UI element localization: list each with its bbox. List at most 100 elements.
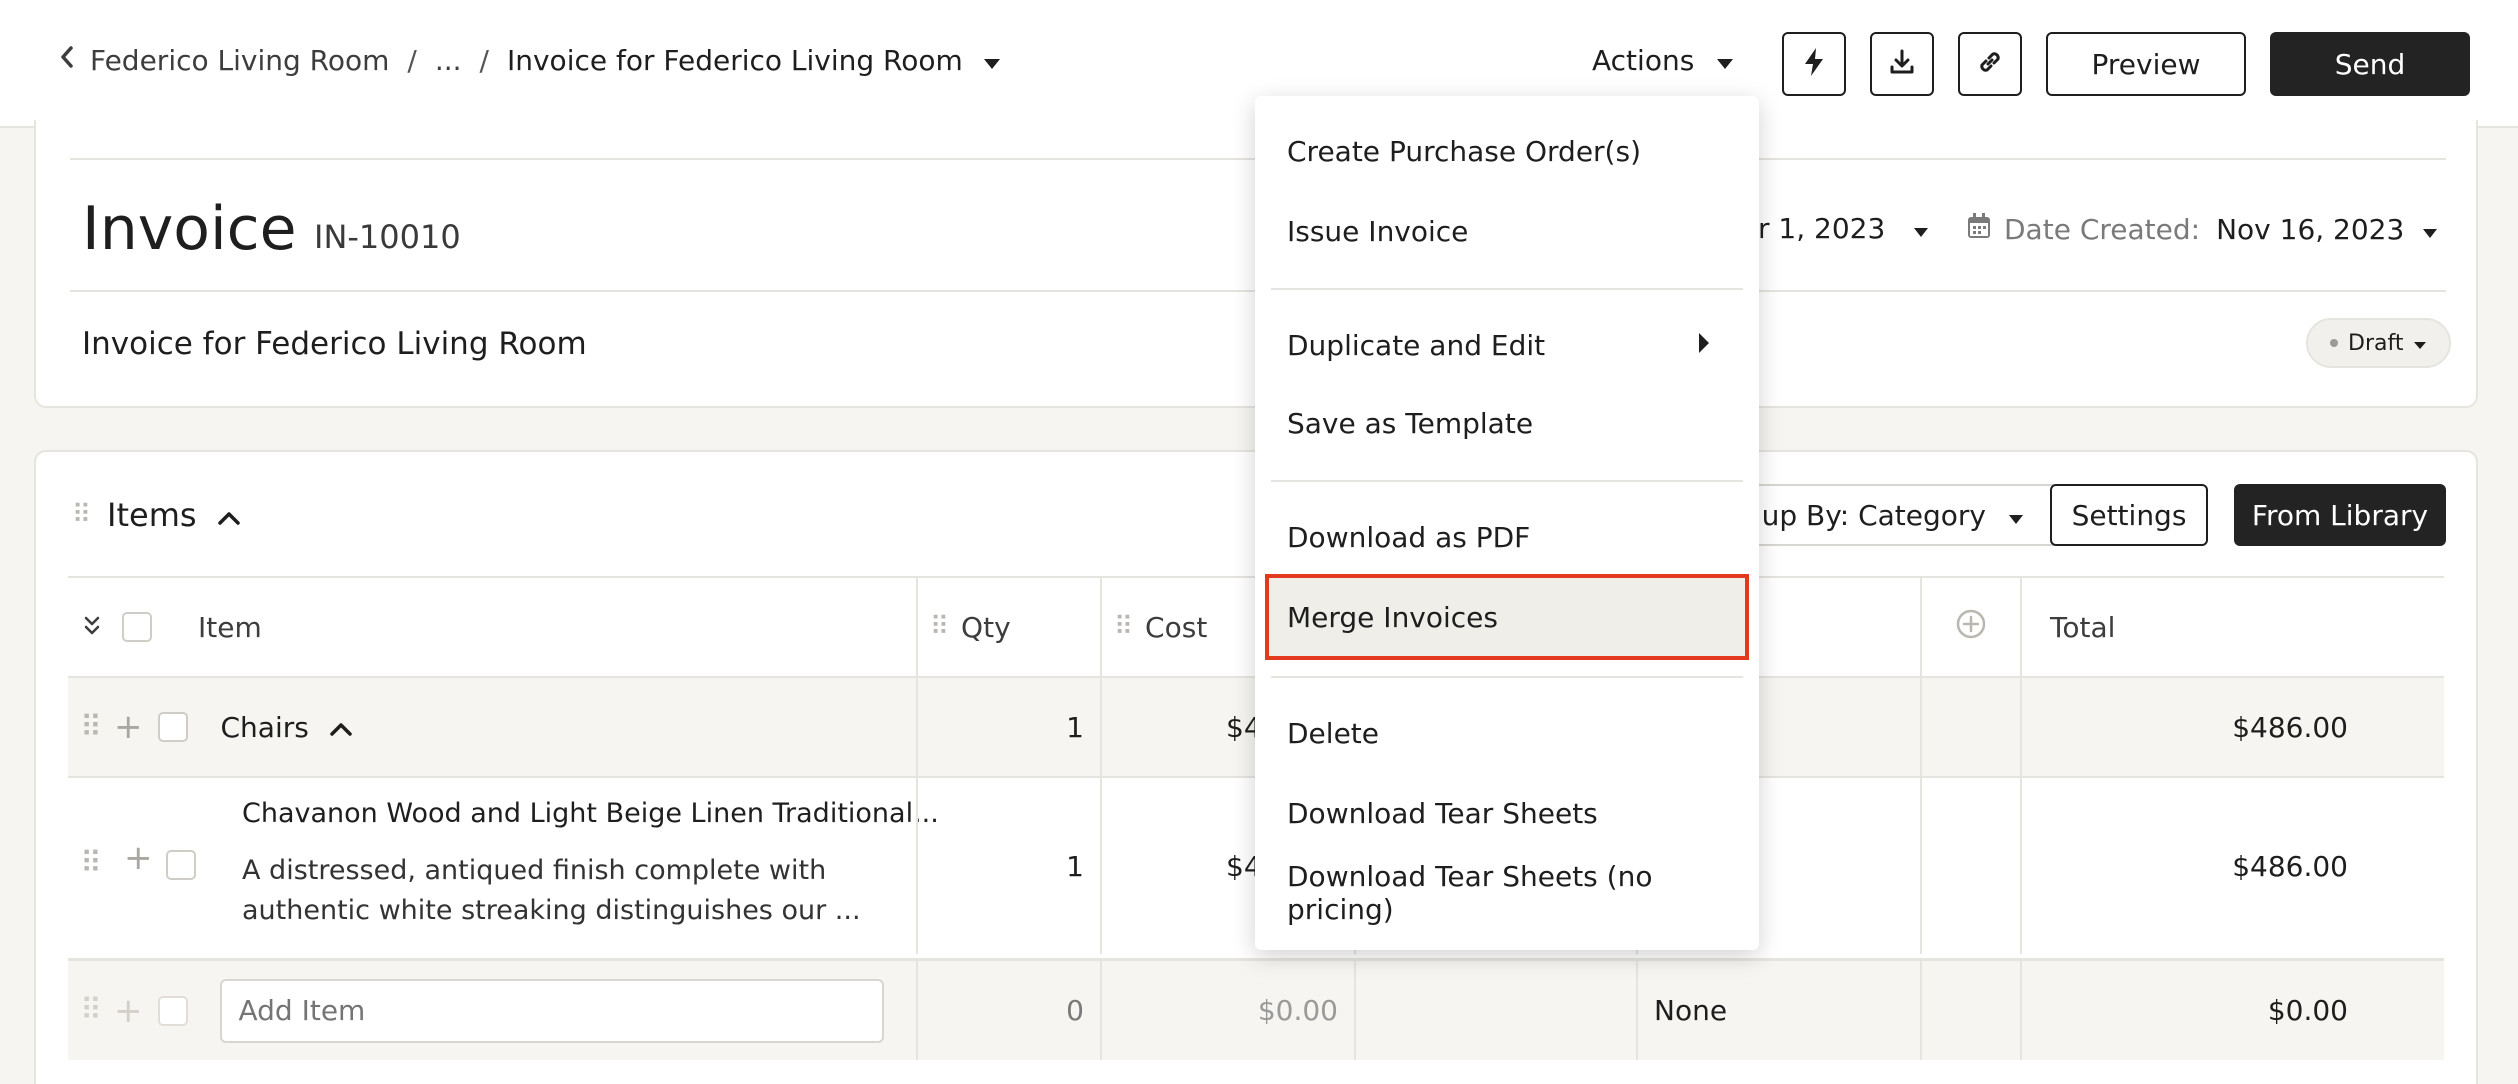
- download-button[interactable]: [1870, 32, 1934, 96]
- menu-item-label: Duplicate and Edit: [1287, 328, 1546, 362]
- group-cell: ⠿ + Chairs: [68, 678, 916, 776]
- chevron-left-icon[interactable]: [58, 44, 76, 77]
- preview-button[interactable]: Preview: [2046, 32, 2246, 96]
- menu-divider: [1271, 676, 1743, 678]
- caret-down-icon[interactable]: [983, 44, 1001, 77]
- menu-item-merge-invoices[interactable]: Merge Invoices: [1265, 574, 1749, 660]
- add-row-icon[interactable]: +: [124, 838, 153, 878]
- drag-handle-icon[interactable]: ⠿: [80, 710, 102, 745]
- menu-item-issue-invoice[interactable]: Issue Invoice: [1255, 194, 1759, 268]
- add-item-cell: ⠿ +: [68, 961, 916, 1060]
- drag-handle-icon[interactable]: ⠿: [930, 612, 949, 642]
- status-label: Draft: [2348, 330, 2404, 356]
- column-header-total[interactable]: Total: [2020, 578, 2444, 676]
- add-row-cost[interactable]: $0.00: [1100, 961, 1354, 1060]
- collapse-all-icon[interactable]: [82, 611, 102, 644]
- group-by-label: up By: Category: [1761, 498, 1986, 532]
- row-checkbox[interactable]: [158, 712, 189, 742]
- send-button[interactable]: Send: [2270, 32, 2470, 96]
- actions-menu: Create Purchase Order(s) Issue Invoice D…: [1255, 96, 1759, 950]
- add-row-tax[interactable]: None: [1636, 961, 1920, 1060]
- automation-button[interactable]: [1782, 32, 1846, 96]
- due-date-picker[interactable]: r 1, 2023: [1758, 212, 1929, 245]
- group-by-dropdown[interactable]: up By: Category: [1736, 484, 2060, 546]
- menu-item-download-as-pdf[interactable]: Download as PDF: [1255, 500, 1759, 574]
- add-row-icon: +: [113, 990, 143, 1031]
- drag-handle-icon[interactable]: ⠿: [1114, 612, 1133, 642]
- caret-down-icon: [1913, 212, 1929, 245]
- menu-divider: [1271, 480, 1743, 482]
- chevron-up-icon[interactable]: [329, 711, 353, 744]
- group-total: $486.00: [2020, 678, 2444, 776]
- status-dot-icon: [2330, 339, 2338, 347]
- menu-divider: [1271, 288, 1743, 290]
- settings-button[interactable]: Settings: [2050, 484, 2208, 546]
- actions-dropdown[interactable]: Actions: [1592, 44, 1734, 77]
- drag-handle-icon: ⠿: [80, 993, 102, 1028]
- status-badge[interactable]: Draft: [2306, 318, 2452, 368]
- item-qty[interactable]: 1: [916, 778, 1100, 954]
- caret-down-icon: [1716, 44, 1734, 77]
- item-total: $486.00: [2020, 778, 2444, 954]
- due-date-value: r 1, 2023: [1758, 212, 1886, 245]
- select-all-checkbox[interactable]: [122, 612, 152, 642]
- menu-item-download-tear-sheets[interactable]: Download Tear Sheets: [1255, 776, 1759, 850]
- add-row-markup: [1354, 961, 1636, 1060]
- add-row-extra: [1920, 961, 2020, 1060]
- column-header-qty[interactable]: ⠿ Qty: [916, 578, 1100, 676]
- item-description-line: authentic white streaking distinguishes …: [242, 895, 861, 926]
- group-qty: 1: [916, 678, 1100, 776]
- caret-down-icon: [2008, 499, 2024, 532]
- add-item-input[interactable]: [220, 978, 885, 1043]
- row-checkbox[interactable]: [166, 850, 196, 880]
- menu-item-save-as-template[interactable]: Save as Template: [1255, 386, 1759, 460]
- section-title: Items: [107, 496, 197, 534]
- breadcrumb-parent[interactable]: Federico Living Room: [90, 44, 389, 77]
- breadcrumb-current[interactable]: Invoice for Federico Living Room: [507, 44, 963, 77]
- item-name[interactable]: Chavanon Wood and Light Beige Linen Trad…: [242, 798, 939, 829]
- column-label-item: Item: [198, 610, 262, 644]
- date-created-picker[interactable]: Date Created: Nov 16, 2023: [1966, 212, 2438, 247]
- menu-item-delete[interactable]: Delete: [1255, 696, 1759, 770]
- caret-down-icon: [2422, 213, 2438, 246]
- column-label-qty: Qty: [961, 610, 1011, 644]
- menu-item-create-purchase-orders[interactable]: Create Purchase Order(s): [1255, 114, 1759, 188]
- table-row-add: ⠿ + 0 $0.00 None $0.00: [68, 958, 2444, 1060]
- group-name[interactable]: Chairs: [220, 711, 308, 744]
- add-row-icon[interactable]: +: [114, 707, 143, 747]
- breadcrumb: Federico Living Room / ... / Invoice for…: [58, 44, 1001, 77]
- chevron-up-icon[interactable]: [217, 496, 241, 534]
- invoice-number[interactable]: IN-10010: [314, 218, 461, 256]
- menu-item-download-tear-sheets-no-pricing[interactable]: Download Tear Sheets (no pricing): [1255, 856, 1759, 930]
- date-created-value: Nov 16, 2023: [2216, 213, 2405, 246]
- add-column-cell[interactable]: [1920, 578, 2020, 676]
- column-label-cost: Cost: [1145, 610, 1208, 644]
- add-row-qty[interactable]: 0: [916, 961, 1100, 1060]
- page-title: Invoice: [82, 194, 297, 264]
- add-row-total: $0.00: [2020, 961, 2444, 1060]
- breadcrumb-separator: /: [407, 44, 417, 77]
- column-header-item: Item: [68, 578, 916, 676]
- drag-handle-icon[interactable]: ⠿: [72, 500, 91, 530]
- breadcrumb-separator: /: [479, 44, 489, 77]
- group-extra: [1920, 678, 2020, 776]
- calendar-icon: [1966, 212, 1992, 247]
- submenu-arrow-icon: [1699, 333, 1709, 353]
- item-description-line: A distressed, antiqued finish complete w…: [242, 855, 827, 886]
- row-checkbox[interactable]: [158, 995, 189, 1026]
- add-column-icon[interactable]: [1955, 608, 1987, 647]
- caret-down-icon: [2413, 331, 2427, 356]
- actions-label: Actions: [1592, 44, 1695, 77]
- item-info[interactable]: Chavanon Wood and Light Beige Linen Trad…: [242, 798, 939, 931]
- column-label-total: Total: [2050, 610, 2116, 644]
- date-created-label: Date Created:: [2004, 213, 2201, 246]
- item-cell: ⠿ + Chavanon Wood and Light Beige Linen …: [68, 778, 939, 954]
- drag-handle-icon[interactable]: ⠿: [80, 846, 102, 881]
- breadcrumb-ellipsis[interactable]: ...: [435, 44, 462, 77]
- copy-link-button[interactable]: [1958, 32, 2022, 96]
- from-library-button[interactable]: From Library: [2234, 484, 2446, 546]
- download-icon: [1888, 48, 1916, 80]
- invoice-name[interactable]: Invoice for Federico Living Room: [82, 326, 587, 362]
- item-extra: [1920, 778, 2020, 954]
- menu-item-duplicate-and-edit[interactable]: Duplicate and Edit: [1255, 308, 1759, 382]
